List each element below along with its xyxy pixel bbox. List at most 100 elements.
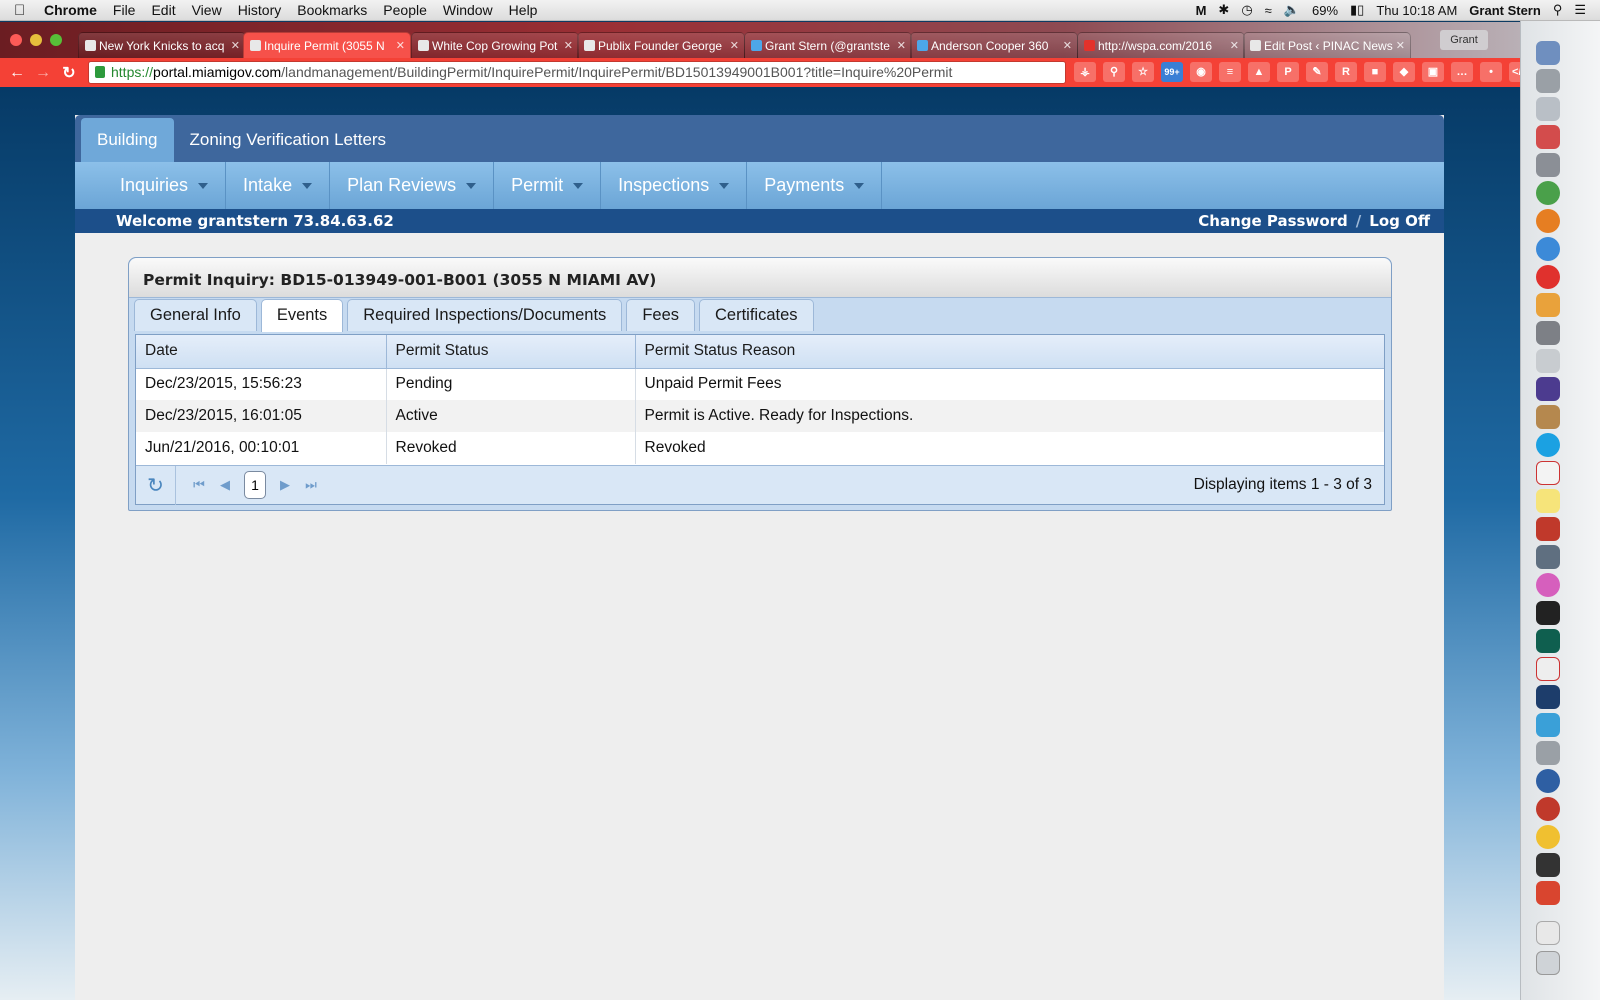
app-icon[interactable] [1536, 153, 1560, 177]
menu-file[interactable]: File [105, 2, 144, 18]
extension-icon[interactable]: … [1451, 62, 1473, 82]
menu-history[interactable]: History [230, 2, 290, 18]
app-icon[interactable] [1536, 881, 1560, 905]
bluetooth-icon[interactable]: ✱ [1218, 2, 1229, 18]
terminal-icon[interactable] [1536, 601, 1560, 625]
app-icon[interactable] [1536, 293, 1560, 317]
minimize-window-button[interactable] [30, 34, 42, 46]
close-tab-icon[interactable]: ✕ [897, 33, 906, 58]
app-icon[interactable] [1536, 377, 1560, 401]
browser-tab[interactable]: http://wspa.com/2016 ✕ [1077, 32, 1245, 58]
skype-icon[interactable] [1536, 433, 1560, 457]
extension-icon[interactable]: R [1335, 62, 1357, 82]
profile-button[interactable]: Grant [1440, 30, 1488, 50]
documents-folder-icon[interactable] [1536, 921, 1560, 945]
photoshop-icon[interactable] [1536, 685, 1560, 709]
menu-window[interactable]: Window [435, 2, 501, 18]
browser-tab[interactable]: Anderson Cooper 360 ✕ [910, 32, 1078, 58]
browser-tab-active[interactable]: Inquire Permit (3055 N ✕ [243, 32, 411, 58]
apple-icon[interactable]:  [14, 2, 36, 19]
safari-icon[interactable] [1536, 237, 1560, 261]
app-icon[interactable] [1536, 349, 1560, 373]
app-icon[interactable] [1536, 797, 1560, 821]
reload-icon[interactable]: ↻ [56, 63, 82, 83]
time-machine-icon[interactable]: ◷ [1241, 2, 1252, 18]
spotlight-icon[interactable]: ⚲ [1553, 2, 1563, 18]
column-header-date[interactable]: Date [136, 335, 387, 369]
extension-icon[interactable]: ■ [1364, 62, 1386, 82]
tab-building[interactable]: Building [81, 118, 174, 162]
close-tab-icon[interactable]: ✕ [1396, 33, 1405, 58]
browser-tab[interactable]: White Cop Growing Pot ✕ [411, 32, 579, 58]
key-icon[interactable]: ⚶ [1074, 62, 1096, 82]
zoom-window-button[interactable] [50, 34, 62, 46]
menu-inquiries[interactable]: Inquiries [103, 162, 227, 209]
finder-icon[interactable] [1536, 41, 1560, 65]
browser-tab[interactable]: Grant Stern (@grantste ✕ [744, 32, 912, 58]
previous-page-icon[interactable]: ◀ [212, 477, 238, 493]
audition-icon[interactable] [1536, 629, 1560, 653]
close-tab-icon[interactable]: ✕ [730, 33, 739, 58]
change-password-link[interactable]: Change Password [1198, 212, 1348, 230]
menu-payments[interactable]: Payments [747, 162, 883, 209]
refresh-icon[interactable]: ↻ [136, 465, 176, 505]
extension-icon[interactable]: ◆ [1393, 62, 1415, 82]
last-page-icon[interactable]: ⏭ [298, 477, 324, 493]
table-row[interactable]: Dec/23/2015, 16:01:05 Active Permit is A… [136, 400, 1384, 432]
trash-icon[interactable] [1536, 951, 1560, 975]
acrobat-icon[interactable] [1536, 657, 1560, 681]
volume-icon[interactable]: 🔈 [1284, 2, 1300, 18]
menu-intake[interactable]: Intake [226, 162, 331, 209]
extension-icon[interactable]: ◉ [1190, 62, 1212, 82]
menu-view[interactable]: View [184, 2, 230, 18]
column-header-permit-status[interactable]: Permit Status [386, 335, 636, 369]
calendar-icon[interactable] [1536, 461, 1560, 485]
table-row[interactable]: Jun/21/2016, 00:10:01 Revoked Revoked [136, 432, 1384, 464]
browser-tab[interactable]: Edit Post ‹ PINAC News ✕ [1243, 32, 1411, 58]
menu-inspections[interactable]: Inspections [601, 162, 748, 209]
menu-help[interactable]: Help [501, 2, 546, 18]
app-icon[interactable] [1536, 825, 1560, 849]
page-number[interactable]: 1 [244, 471, 266, 499]
menu-plan-reviews[interactable]: Plan Reviews [330, 162, 495, 209]
app-icon[interactable] [1536, 125, 1560, 149]
close-tab-icon[interactable]: ✕ [1063, 33, 1072, 58]
menu-edit[interactable]: Edit [143, 2, 183, 18]
app-icon[interactable] [1536, 321, 1560, 345]
wifi-icon[interactable]: ≈ [1265, 3, 1272, 18]
menu-chrome[interactable]: Chrome [36, 2, 105, 18]
battery-icon[interactable]: ▮▯ [1350, 2, 1364, 18]
calculator-icon[interactable] [1536, 97, 1560, 121]
tab-general-info[interactable]: General Info [134, 299, 257, 331]
firefox-icon[interactable] [1536, 209, 1560, 233]
app-icon[interactable] [1536, 713, 1560, 737]
launchpad-icon[interactable] [1536, 69, 1560, 93]
close-tab-icon[interactable]: ✕ [564, 33, 573, 58]
chrome-icon[interactable] [1536, 181, 1560, 205]
user-menu[interactable]: Grant Stern [1469, 3, 1541, 18]
app-icon[interactable] [1536, 517, 1560, 541]
log-off-link[interactable]: Log Off [1369, 212, 1430, 230]
app-icon[interactable] [1536, 741, 1560, 765]
pinterest-icon[interactable]: P [1277, 62, 1299, 82]
column-header-permit-status-reason[interactable]: Permit Status Reason [635, 335, 1384, 369]
close-window-button[interactable] [10, 34, 22, 46]
gmail-notifier-icon[interactable]: M [1196, 3, 1207, 18]
close-tab-icon[interactable]: ✕ [231, 33, 240, 58]
app-icon[interactable] [1536, 769, 1560, 793]
address-bar[interactable]: https://portal.miamigov.com/landmanageme… [88, 61, 1066, 84]
next-page-icon[interactable]: ▶ [272, 477, 298, 493]
table-row[interactable]: Dec/23/2015, 15:56:23 Pending Unpaid Per… [136, 368, 1384, 400]
notification-center-icon[interactable]: ☰ [1574, 2, 1586, 18]
forward-arrow-icon[interactable]: → [30, 64, 56, 82]
app-icon[interactable] [1536, 545, 1560, 569]
extension-icon[interactable]: • [1480, 62, 1502, 82]
contacts-icon[interactable] [1536, 405, 1560, 429]
close-tab-icon[interactable]: ✕ [1230, 33, 1239, 58]
tab-certificates[interactable]: Certificates [699, 299, 814, 331]
extension-icon[interactable]: ▣ [1422, 62, 1444, 82]
extension-icon[interactable]: ✎ [1306, 62, 1328, 82]
itunes-icon[interactable] [1536, 573, 1560, 597]
back-arrow-icon[interactable]: ← [4, 64, 30, 82]
close-tab-icon[interactable]: ✕ [396, 33, 405, 58]
